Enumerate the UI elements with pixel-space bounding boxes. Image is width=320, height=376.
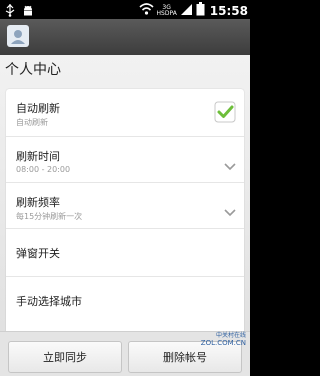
status-right-icons: 3G HSDPA 15:58 [138, 1, 248, 20]
sync-now-button[interactable]: 立即同步 [8, 341, 122, 373]
page-title: 个人中心 [5, 62, 61, 78]
setting-title: 自动刷新 [16, 102, 60, 115]
wifi-icon [138, 1, 154, 20]
chevron-down-icon [224, 156, 236, 175]
watermark-site: ZOL.COM.CN [200, 339, 246, 347]
setting-choose-city[interactable]: 手动选择城市 [6, 276, 244, 324]
checkbox[interactable] [214, 101, 236, 127]
setting-refresh-frequency[interactable]: 刷新频率 每15分钟刷新一次 [6, 182, 244, 229]
setting-title: 手动选择城市 [16, 295, 82, 308]
account-icon[interactable] [7, 25, 29, 47]
watermark-logo: 中关村在线 [215, 332, 246, 339]
setting-subtitle: 每15分钟刷新一次 [16, 212, 83, 221]
setting-popup-toggle[interactable]: 弹窗开关 [6, 228, 244, 277]
clock: 15:58 [209, 3, 248, 18]
app-screen: 个人中心 自动刷新 自动刷新 刷新时间 08:00 - 20:00 刷新频率 每… [0, 19, 250, 376]
battery-icon [196, 1, 205, 20]
chevron-down-icon [224, 202, 236, 221]
setting-title: 弹窗开关 [16, 247, 60, 260]
setting-title: 刷新频率 [16, 196, 60, 209]
setting-refresh-time[interactable]: 刷新时间 08:00 - 20:00 [6, 136, 244, 183]
setting-subtitle: 08:00 - 20:00 [16, 165, 71, 174]
header-bar [0, 19, 250, 55]
settings-list: 自动刷新 自动刷新 刷新时间 08:00 - 20:00 刷新频率 每15分钟刷… [6, 89, 244, 337]
network-label: HSDPA [156, 9, 177, 17]
status-bar: 3G HSDPA 15:58 [0, 0, 250, 19]
setting-title: 刷新时间 [16, 150, 60, 163]
signal-icon [180, 1, 193, 20]
setting-subtitle: 自动刷新 [16, 118, 48, 127]
watermark: 中关村在线 ZOL.COM.CN [201, 330, 246, 347]
setting-auto-refresh[interactable]: 自动刷新 自动刷新 [6, 89, 244, 137]
check-icon [214, 101, 236, 123]
network-type-indicator: 3G HSDPA [156, 4, 177, 17]
